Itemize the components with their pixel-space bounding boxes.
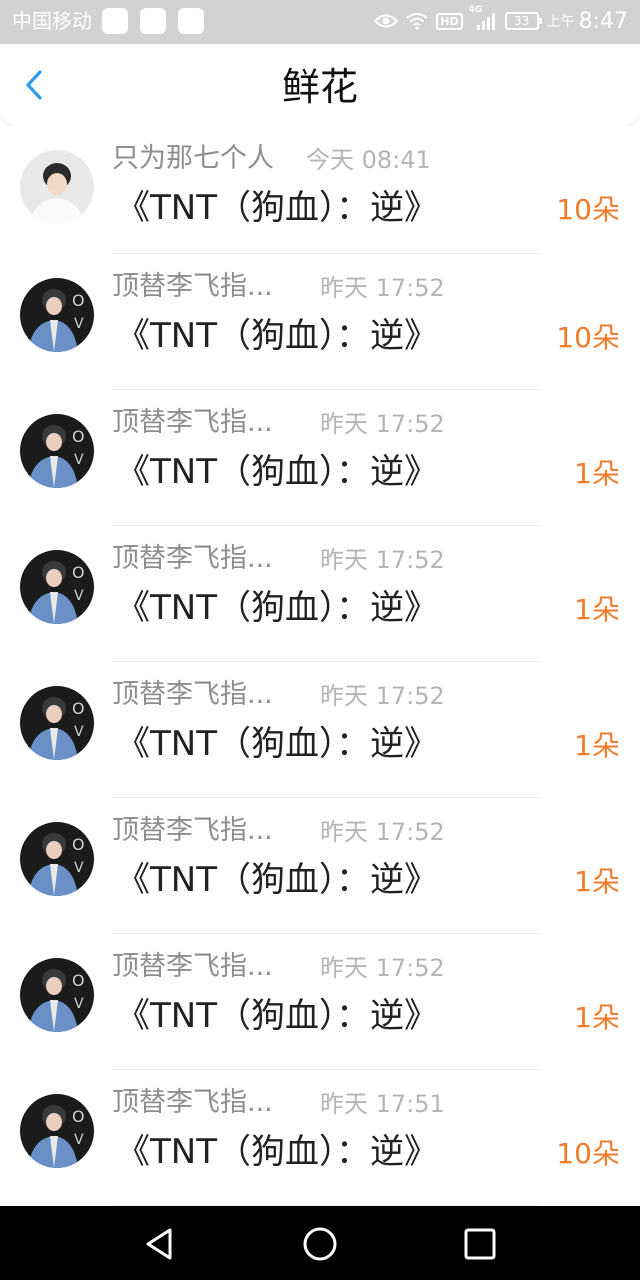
svg-text:V: V (74, 724, 84, 740)
flower-record-row[interactable]: 只为那七个人 今天 08:41 《TNT（狗血）：逆》 10朵 (0, 126, 640, 254)
send-time: 昨天 17:52 (320, 410, 445, 438)
nav-recents-button[interactable] (460, 1224, 500, 1264)
notification-square-icon (140, 8, 166, 34)
flower-count: 1朵 (574, 593, 620, 626)
avatar[interactable] (20, 150, 94, 224)
svg-text:V: V (74, 588, 84, 604)
work-title[interactable]: 《TNT（狗血）：逆》 (116, 314, 438, 358)
send-time: 昨天 17:52 (320, 274, 445, 302)
home-circle-icon (303, 1227, 337, 1261)
battery-icon: 33 (504, 12, 542, 30)
send-time: 昨天 17:52 (320, 682, 445, 710)
avatar[interactable]: OV (20, 822, 94, 896)
flower-record-row[interactable]: O V 顶替李飞指... 昨天 17:52 《TNT（狗血）：逆》 10朵 (0, 254, 640, 390)
avatar[interactable]: OV (20, 414, 94, 488)
send-time: 今天 08:41 (306, 146, 431, 174)
sender-name: 顶替李飞指... (112, 679, 273, 710)
system-nav-bar (0, 1206, 640, 1280)
svg-text:O: O (72, 971, 85, 990)
flower-count: 1朵 (574, 1001, 620, 1034)
sender-name: 顶替李飞指... (112, 543, 273, 574)
flower-count: 1朵 (574, 729, 620, 762)
avatar[interactable]: OV (20, 550, 94, 624)
network-type-label: 4G (468, 5, 483, 15)
flower-record-row[interactable]: O V 顶替李飞指... 昨天 17:52 《TNT（狗血）：逆》 1朵 (0, 662, 640, 798)
sender-name: 只为那七个人 (112, 143, 274, 174)
flower-record-row[interactable]: O V 顶替李飞指... 昨天 17:52 《TNT（狗血）：逆》 1朵 (0, 390, 640, 526)
avatar[interactable]: OV (20, 1094, 94, 1168)
flower-count: 1朵 (574, 457, 620, 490)
sender-name: 顶替李飞指... (112, 1087, 273, 1118)
back-triangle-icon (146, 1228, 172, 1260)
wifi-icon (406, 12, 428, 30)
page-title: 鲜花 (281, 65, 358, 109)
svg-text:V: V (74, 996, 84, 1012)
svg-text:O: O (72, 427, 85, 446)
send-time: 昨天 17:52 (320, 818, 445, 846)
signal-icon: 4G (469, 5, 497, 31)
hd-badge: HD (436, 12, 463, 30)
status-bar: 中国移动 HD 4G 33 上午 8:47 (0, 0, 640, 44)
avatar[interactable]: OV (20, 958, 94, 1032)
flower-record-list[interactable]: 只为那七个人 今天 08:41 《TNT（狗血）：逆》 10朵 O V 顶替李飞指... 昨天… (0, 126, 640, 1206)
svg-text:V: V (74, 316, 84, 332)
svg-text:O: O (72, 291, 85, 310)
svg-text:V: V (74, 860, 84, 876)
work-title[interactable]: 《TNT（狗血）：逆》 (116, 994, 438, 1038)
notification-square-icon (178, 8, 204, 34)
am-pm-label: 上午 (546, 14, 575, 30)
send-time: 昨天 17:52 (320, 954, 445, 982)
status-icons: HD 4G 33 上午 8:47 (374, 5, 628, 36)
svg-text:V: V (74, 452, 84, 468)
flower-record-row[interactable]: O V 顶替李飞指... 昨天 17:52 《TNT（狗血）：逆》 1朵 (0, 526, 640, 662)
notification-square-icon (102, 8, 128, 34)
flower-count: 10朵 (556, 1137, 620, 1170)
work-title[interactable]: 《TNT（狗血）：逆》 (116, 186, 438, 230)
work-title[interactable]: 《TNT（狗血）：逆》 (116, 1130, 438, 1174)
work-title[interactable]: 《TNT（狗血）：逆》 (116, 722, 438, 766)
flower-record-row[interactable]: O V 顶替李飞指... 昨天 17:51 《TNT（狗血）：逆》 10朵 (0, 1070, 640, 1206)
recents-square-icon (464, 1228, 496, 1260)
svg-text:O: O (72, 1107, 85, 1126)
flower-count: 10朵 (556, 193, 620, 226)
flower-count: 1朵 (574, 865, 620, 898)
svg-text:V: V (74, 1132, 84, 1148)
send-time: 昨天 17:52 (320, 546, 445, 574)
flower-count: 10朵 (556, 321, 620, 354)
svg-text:O: O (72, 563, 85, 582)
work-title[interactable]: 《TNT（狗血）：逆》 (116, 450, 438, 494)
svg-text:O: O (72, 699, 85, 718)
avatar[interactable]: OV (20, 686, 94, 760)
avatar[interactable]: OV (20, 278, 94, 352)
send-time: 昨天 17:51 (320, 1090, 445, 1118)
eye-icon (374, 12, 399, 30)
work-title[interactable]: 《TNT（狗血）：逆》 (116, 858, 438, 902)
sender-name: 顶替李飞指... (112, 271, 273, 302)
flower-record-row[interactable]: O V 顶替李飞指... 昨天 17:52 《TNT（狗血）：逆》 1朵 (0, 798, 640, 934)
sender-name: 顶替李飞指... (112, 407, 273, 438)
work-title[interactable]: 《TNT（狗血）：逆》 (116, 586, 438, 630)
carrier-label: 中国移动 (12, 9, 92, 33)
clock-time: 8:47 (578, 8, 628, 34)
sender-name: 顶替李飞指... (112, 951, 273, 982)
page-header: 鲜花 (0, 44, 640, 126)
nav-back-button[interactable] (140, 1224, 180, 1264)
sender-name: 顶替李飞指... (112, 815, 273, 846)
svg-text:O: O (72, 835, 85, 854)
flower-record-row[interactable]: O V 顶替李飞指... 昨天 17:52 《TNT（狗血）：逆》 1朵 (0, 934, 640, 1070)
nav-home-button[interactable] (300, 1224, 340, 1264)
